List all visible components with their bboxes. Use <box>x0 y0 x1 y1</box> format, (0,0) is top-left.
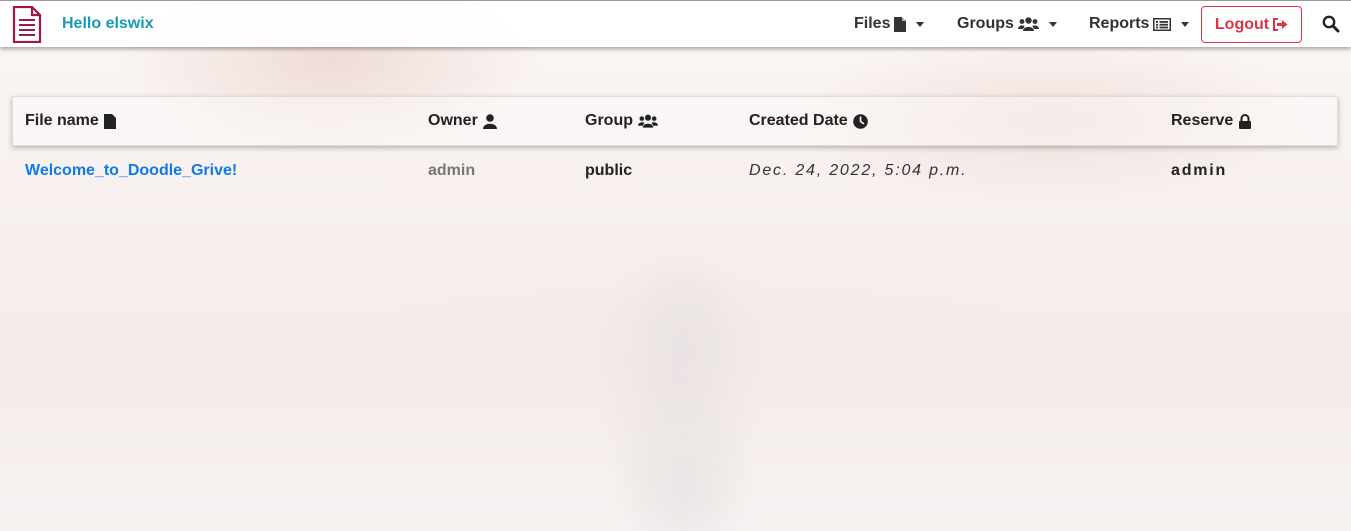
chevron-down-icon <box>1181 21 1190 27</box>
column-header-file-name: File name <box>25 112 116 130</box>
table-header: File name Owner Group Created Date Reser… <box>12 96 1338 146</box>
owner-cell: admin <box>428 162 476 179</box>
header-label: Owner <box>428 112 478 129</box>
created-date-cell: Dec. 24, 2022, 5:04 p.m. <box>749 162 968 179</box>
file-icon <box>894 16 907 32</box>
column-header-reserve: Reserve <box>1171 112 1252 130</box>
lock-icon <box>1238 113 1252 129</box>
header-label: Created Date <box>749 112 848 129</box>
groups-label: Groups <box>957 15 1014 32</box>
clock-icon <box>852 113 868 129</box>
navbar: Hello elswix Files Groups Reports Logout <box>0 0 1351 47</box>
background-figure <box>598 255 768 531</box>
search-icon[interactable] <box>1322 15 1340 33</box>
file-icon <box>103 113 116 129</box>
users-icon <box>638 114 658 128</box>
chevron-down-icon <box>916 21 925 27</box>
table-row: Welcome_to_Doodle_Grive! admin public De… <box>12 146 1338 196</box>
reports-label: Reports <box>1089 15 1150 32</box>
files-label: Files <box>854 15 891 32</box>
files-dropdown[interactable]: Files <box>854 15 925 33</box>
users-icon <box>1017 17 1039 31</box>
header-label: File name <box>25 112 99 129</box>
logout-button[interactable]: Logout <box>1201 6 1302 43</box>
column-header-owner: Owner <box>428 112 497 130</box>
header-label: Group <box>585 112 633 129</box>
logout-label: Logout <box>1214 15 1270 33</box>
reports-dropdown[interactable]: Reports <box>1089 15 1190 33</box>
brand-link[interactable]: Hello elswix <box>62 15 154 33</box>
file-link[interactable]: Welcome_to_Doodle_Grive! <box>25 162 237 180</box>
reserve-cell: admin <box>1171 162 1228 179</box>
group-cell: public <box>585 162 633 179</box>
groups-dropdown[interactable]: Groups <box>957 15 1057 33</box>
column-header-group: Group <box>585 112 658 130</box>
document-icon[interactable] <box>12 6 42 43</box>
files-table: File name Owner Group Created Date Reser… <box>12 96 1338 196</box>
list-icon <box>1153 17 1172 31</box>
header-label: Reserve <box>1171 112 1234 129</box>
column-header-created-date: Created Date <box>749 112 868 130</box>
user-icon <box>482 113 497 129</box>
sign-out-icon <box>1272 18 1288 31</box>
chevron-down-icon <box>1048 21 1057 27</box>
